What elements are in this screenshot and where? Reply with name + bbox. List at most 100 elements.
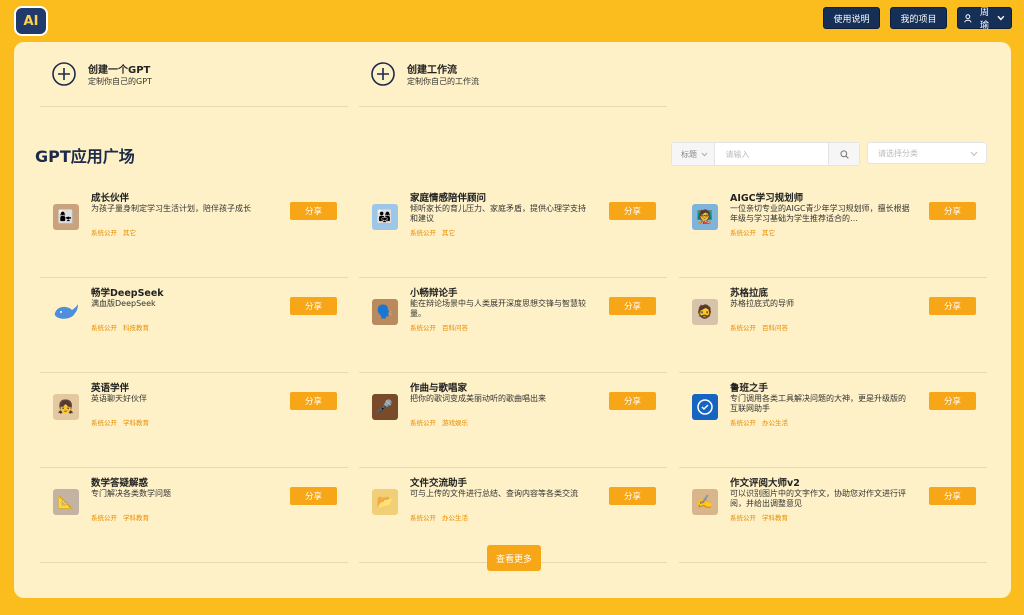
app-card[interactable]: 🎤 作曲与歌唱家 把你的歌词变成美丽动听的歌曲唱出来 系统公开 游戏娱乐 分享 [359, 372, 667, 468]
search-input[interactable] [715, 143, 829, 165]
app-visibility-tag: 系统公开 [730, 419, 756, 427]
search-bar: 标题 [671, 142, 860, 166]
app-title: 作曲与歌唱家 [410, 383, 468, 394]
app-category-tag: 科技教育 [123, 324, 149, 332]
help-button[interactable]: 使用说明 [823, 7, 880, 29]
app-title: 苏格拉底 [730, 288, 769, 299]
view-more-button[interactable]: 查看更多 [487, 545, 541, 571]
app-tags: 系统公开 学科教育 [91, 417, 155, 427]
app-visibility-tag: 系统公开 [410, 514, 436, 522]
category-select[interactable]: 请选择分类 [867, 142, 987, 164]
app-tags: 系统公开 办公生活 [410, 512, 474, 522]
app-visibility-tag: 系统公开 [91, 324, 117, 332]
app-avatar: 🎤 [372, 394, 398, 420]
share-button[interactable]: 分享 [290, 487, 337, 505]
app-card[interactable]: 畅学DeepSeek 满血版DeepSeek 系统公开 科技教育 分享 [40, 277, 348, 373]
plus-circle-icon [52, 62, 76, 86]
app-desc: 英语聊天好伙伴 [91, 394, 147, 403]
app-category-tag: 百科问答 [442, 324, 468, 332]
user-name: 周瑜 [980, 7, 990, 30]
share-button[interactable]: 分享 [929, 202, 976, 220]
app-desc: 可与上传的文件进行总结、查询内容等各类交流 [410, 489, 578, 498]
app-card[interactable]: ✍️ 作文评阅大师v2 可以识别图片中的文字作文，协助您对作文进行评阅，并给出调… [679, 467, 987, 563]
whale-icon [53, 299, 79, 325]
app-tags: 系统公开 游戏娱乐 [410, 417, 474, 427]
app-avatar: 🧑‍🏫 [692, 204, 718, 230]
create-workflow-title: 创建工作流 [407, 65, 457, 76]
search-button[interactable] [828, 143, 859, 165]
app-card[interactable]: 👨‍👩‍👧 家庭情感陪伴顾问 倾听家长的育儿压力、家庭矛盾，提供心理学支持和建议… [359, 182, 667, 278]
app-tags: 系统公开 学科教育 [91, 512, 155, 522]
app-avatar: 👨‍👩‍👧 [372, 204, 398, 230]
app-title: AIGC学习规划师 [730, 193, 804, 204]
app-category-tag: 其它 [762, 229, 775, 237]
chevron-down-icon [701, 152, 708, 157]
app-card[interactable]: 🧑‍🏫 AIGC学习规划师 一位亲切专业的AIGC青少年学习规划师，擅长根据年级… [679, 182, 987, 278]
share-button[interactable]: 分享 [290, 392, 337, 410]
user-menu-button[interactable]: 周瑜 [957, 7, 1012, 30]
app-desc: 可以识别图片中的文字作文，协助您对作文进行评阅，并给出调整意见 [730, 489, 906, 508]
search-field-label: 标题 [681, 149, 697, 159]
share-button[interactable]: 分享 [929, 487, 976, 505]
app-avatar: ✍️ [692, 489, 718, 515]
create-gpt-card[interactable]: 创建一个GPT 定制你自己的GPT [40, 52, 348, 107]
share-button[interactable]: 分享 [609, 202, 656, 220]
app-card[interactable]: 🧔 苏格拉底 苏格拉底式的导师 系统公开 百科问答 分享 [679, 277, 987, 373]
app-category-tag: 游戏娱乐 [442, 419, 468, 427]
app-visibility-tag: 系统公开 [730, 324, 756, 332]
app-avatar: 🗣️ [372, 299, 398, 325]
app-desc: 专门解决各类数学问题 [91, 489, 171, 498]
main-panel: 创建一个GPT 定制你自己的GPT 创建工作流 定制你自己的工作流 GPT应用广… [14, 42, 1011, 598]
chevron-down-icon [997, 15, 1005, 21]
app-title: 英语学伴 [91, 383, 130, 394]
app-card[interactable]: 📐 数学答疑解惑 专门解决各类数学问题 系统公开 学科教育 分享 [40, 467, 348, 563]
user-icon [964, 13, 972, 23]
app-visibility-tag: 系统公开 [410, 229, 436, 237]
share-button[interactable]: 分享 [290, 202, 337, 220]
app-tags: 系统公开 其它 [730, 227, 781, 237]
share-button[interactable]: 分享 [609, 392, 656, 410]
app-desc: 苏格拉底式的导师 [730, 299, 794, 308]
share-button[interactable]: 分享 [609, 297, 656, 315]
app-category-tag: 学科教育 [123, 514, 149, 522]
app-title: 文件交流助手 [410, 478, 468, 489]
app-avatar: 🧔 [692, 299, 718, 325]
share-button[interactable]: 分享 [929, 392, 976, 410]
share-button[interactable]: 分享 [609, 487, 656, 505]
app-visibility-tag: 系统公开 [91, 419, 117, 427]
app-tags: 系统公开 百科问答 [410, 322, 474, 332]
app-desc: 为孩子量身制定学习生活计划，陪伴孩子成长 [91, 204, 251, 213]
app-card[interactable]: 👩‍👧 成长伙伴 为孩子量身制定学习生活计划，陪伴孩子成长 系统公开 其它 分享 [40, 182, 348, 278]
app-tags: 系统公开 科技教育 [91, 322, 155, 332]
chevron-down-icon [970, 151, 978, 157]
my-projects-button[interactable]: 我的项目 [890, 7, 947, 29]
create-workflow-card[interactable]: 创建工作流 定制你自己的工作流 [359, 52, 667, 107]
app-avatar: 📂 [372, 489, 398, 515]
app-desc: 倾听家长的育儿压力、家庭矛盾，提供心理学支持和建议 [410, 204, 586, 223]
app-title: 数学答疑解惑 [91, 478, 149, 489]
app-desc: 满血版DeepSeek [91, 299, 156, 308]
app-title: 成长伙伴 [91, 193, 130, 204]
app-visibility-tag: 系统公开 [730, 229, 756, 237]
app-logo[interactable]: AI [14, 6, 48, 36]
app-visibility-tag: 系统公开 [91, 514, 117, 522]
app-category-tag: 其它 [123, 229, 136, 237]
search-field-select[interactable]: 标题 [672, 143, 716, 165]
share-button[interactable]: 分享 [929, 297, 976, 315]
app-tags: 系统公开 百科问答 [730, 322, 794, 332]
app-title: 鲁班之手 [730, 383, 769, 394]
plus-circle-icon [371, 62, 395, 86]
share-button[interactable]: 分享 [290, 297, 337, 315]
app-title: 家庭情感陪伴顾问 [410, 193, 487, 204]
app-card[interactable]: 🗣️ 小畅辩论手 能在辩论场景中与人类展开深度思想交锋与智慧较量。 系统公开 百科… [359, 277, 667, 373]
create-gpt-desc: 定制你自己的GPT [88, 77, 152, 86]
app-desc: 专门调用各类工具解决问题的大神，更是升级版的互联网助手 [730, 394, 906, 413]
app-card[interactable]: 👧 英语学伴 英语聊天好伙伴 系统公开 学科教育 分享 [40, 372, 348, 468]
create-gpt-title: 创建一个GPT [88, 65, 151, 76]
app-card[interactable]: 鲁班之手 专门调用各类工具解决问题的大神，更是升级版的互联网助手 系统公开 办公生… [679, 372, 987, 468]
app-desc: 一位亲切专业的AIGC青少年学习规划师，擅长根据年级与学习基础为学生推荐适合的… [730, 204, 910, 223]
app-category-tag: 办公生活 [442, 514, 468, 522]
app-avatar: 👩‍👧 [53, 204, 79, 230]
app-visibility-tag: 系统公开 [730, 514, 756, 522]
app-category-tag: 其它 [442, 229, 455, 237]
